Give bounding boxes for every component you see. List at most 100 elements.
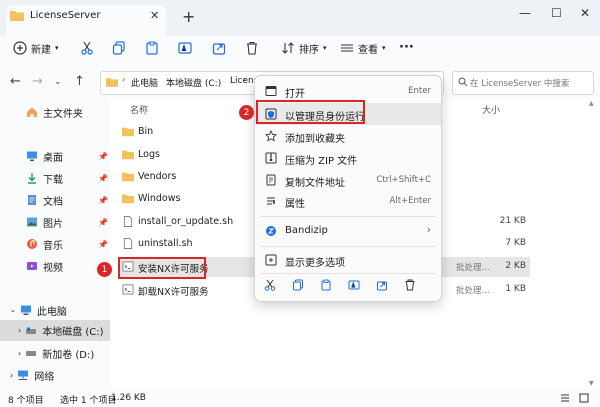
paste-icon[interactable]: [145, 41, 159, 55]
picture-icon: [27, 217, 37, 227]
document-icon: [28, 195, 36, 205]
folder-icon: [122, 172, 134, 182]
menu-divider: [261, 246, 435, 247]
music-icon: [27, 239, 37, 249]
menu-label: 添加到收藏夹: [285, 134, 345, 145]
properties-icon: [267, 197, 275, 205]
minimize-icon[interactable]: —: [519, 6, 531, 20]
back-icon[interactable]: ←: [10, 74, 21, 89]
rename-icon[interactable]: [178, 41, 192, 55]
menu-item-open[interactable]: 打开 Enter: [255, 80, 441, 102]
folder-icon: [122, 150, 134, 160]
folder-icon: [10, 11, 24, 21]
chevron-down-icon[interactable]: ⌄: [10, 306, 16, 314]
video-icon: [27, 262, 37, 270]
maximize-icon[interactable]: ☐: [551, 6, 562, 20]
more-options-icon: [265, 254, 277, 266]
menu-item-compress-zip[interactable]: 压缩为 ZIP 文件: [255, 147, 441, 169]
delete-icon[interactable]: [245, 41, 259, 55]
scrollbar[interactable]: ▲ ▼: [589, 100, 595, 387]
sidebar-item-music[interactable]: 音乐 📌: [0, 234, 110, 254]
drive-icon: [26, 327, 37, 334]
chevron-right-icon[interactable]: ›: [10, 371, 13, 380]
search-placeholder: 在 LicenseServer 中搜索: [470, 79, 570, 89]
zip-icon: [265, 152, 277, 164]
status-size: 1.26 KB: [111, 393, 146, 403]
file-name: Vendors: [138, 171, 177, 182]
copy-icon[interactable]: [292, 279, 304, 291]
sidebar-item-home[interactable]: 主文件夹: [0, 102, 110, 122]
sidebar-home-label: 主文件夹: [43, 108, 83, 120]
file-type: 批处理...: [456, 263, 490, 273]
view-icon: [341, 44, 353, 52]
paste-icon[interactable]: [320, 279, 332, 291]
pin-icon[interactable]: 📌: [98, 240, 108, 249]
file-name: Logs: [138, 149, 160, 160]
sidebar-item-documents[interactable]: 文档 📌: [0, 190, 110, 210]
breadcrumb-this-pc[interactable]: 此电脑: [131, 76, 158, 89]
menu-divider: [261, 273, 435, 274]
view-button[interactable]: 查看 ▾: [340, 39, 386, 57]
menu-item-add-favorites[interactable]: 添加到收藏夹: [255, 125, 441, 147]
copy-path-icon: [266, 174, 276, 186]
sidebar-item-desktop[interactable]: 桌面 📌: [0, 146, 110, 166]
chevron-right-icon[interactable]: ›: [18, 349, 21, 358]
share-icon[interactable]: [376, 279, 388, 291]
new-tab-icon[interactable]: +: [182, 7, 195, 26]
menu-item-properties[interactable]: 属性 Alt+Enter: [255, 190, 441, 212]
download-icon: [28, 173, 36, 184]
pin-icon[interactable]: 📌: [98, 218, 108, 227]
tab-close-icon[interactable]: ✕: [150, 9, 159, 22]
menu-item-bandizip[interactable]: Bandizip ›: [255, 220, 441, 242]
sidebar-this-pc-label: 此电脑: [36, 306, 67, 318]
breadcrumb-drive-c[interactable]: 本地磁盘 (C:): [166, 76, 221, 89]
more-options-icon[interactable]: ···: [399, 40, 414, 55]
cut-icon[interactable]: [80, 41, 94, 55]
tiles-view-icon[interactable]: [579, 393, 589, 403]
sort-button[interactable]: 排序 ▾: [281, 39, 327, 57]
new-button[interactable]: 新建 ▾: [13, 39, 59, 57]
menu-item-more-options[interactable]: 显示更多选项: [255, 249, 441, 271]
network-icon: [18, 370, 29, 380]
sidebar-item-network[interactable]: › 网络: [0, 365, 110, 385]
up-icon[interactable]: ↑: [74, 74, 85, 89]
file-type: 批处理...: [456, 286, 490, 296]
chevron-right-icon[interactable]: ›: [18, 326, 21, 335]
delete-icon[interactable]: [404, 279, 416, 291]
pin-icon[interactable]: 📌: [98, 196, 108, 205]
chevron-down-icon: ▾: [323, 44, 327, 52]
open-icon: [265, 86, 277, 96]
file-name: Bin: [138, 126, 154, 137]
star-icon: [265, 130, 277, 142]
sidebar-item-downloads[interactable]: 下载 📌: [0, 168, 110, 188]
pin-icon[interactable]: 📌: [98, 174, 108, 183]
copy-icon[interactable]: [112, 41, 126, 55]
file-size: 2 KB: [505, 261, 526, 271]
column-header-name[interactable]: 名称: [130, 103, 148, 116]
share-icon[interactable]: [212, 41, 226, 55]
menu-item-copy-path[interactable]: 复制文件地址 Ctrl+Shift+C: [255, 169, 441, 191]
sidebar-item-this-pc[interactable]: ⌄ 此电脑: [0, 300, 110, 320]
annotation-badge-2: 2: [239, 105, 254, 120]
status-item-count: 8 个项目: [8, 396, 44, 406]
pin-icon[interactable]: 📌: [98, 152, 108, 161]
details-view-icon[interactable]: [560, 393, 570, 403]
history-chevron-icon[interactable]: ⌄: [54, 77, 62, 87]
cut-icon[interactable]: [264, 279, 276, 291]
window-close-icon[interactable]: ✕: [580, 6, 590, 20]
menu-label: 显示更多选项: [285, 258, 345, 269]
sidebar-item-videos[interactable]: 视频: [0, 256, 110, 276]
sidebar-item-drive-c[interactable]: › 本地磁盘 (C:): [0, 320, 110, 341]
forward-icon[interactable]: →: [32, 74, 43, 89]
sidebar-item-drive-d[interactable]: › 新加卷 (D:): [0, 343, 110, 363]
drive-icon: [26, 351, 37, 356]
menu-label: Bandizip: [285, 225, 328, 236]
file-size: 1 KB: [505, 284, 526, 294]
menu-shortcut: Ctrl+Shift+C: [376, 175, 431, 185]
sort-icon: [282, 42, 294, 54]
plus-circle-icon: [13, 41, 27, 55]
menu-shortcut: Enter: [408, 86, 431, 96]
rename-icon[interactable]: [348, 279, 360, 291]
sidebar-item-pictures[interactable]: 图片 📌: [0, 212, 110, 232]
column-header-size[interactable]: 大小: [482, 103, 500, 116]
